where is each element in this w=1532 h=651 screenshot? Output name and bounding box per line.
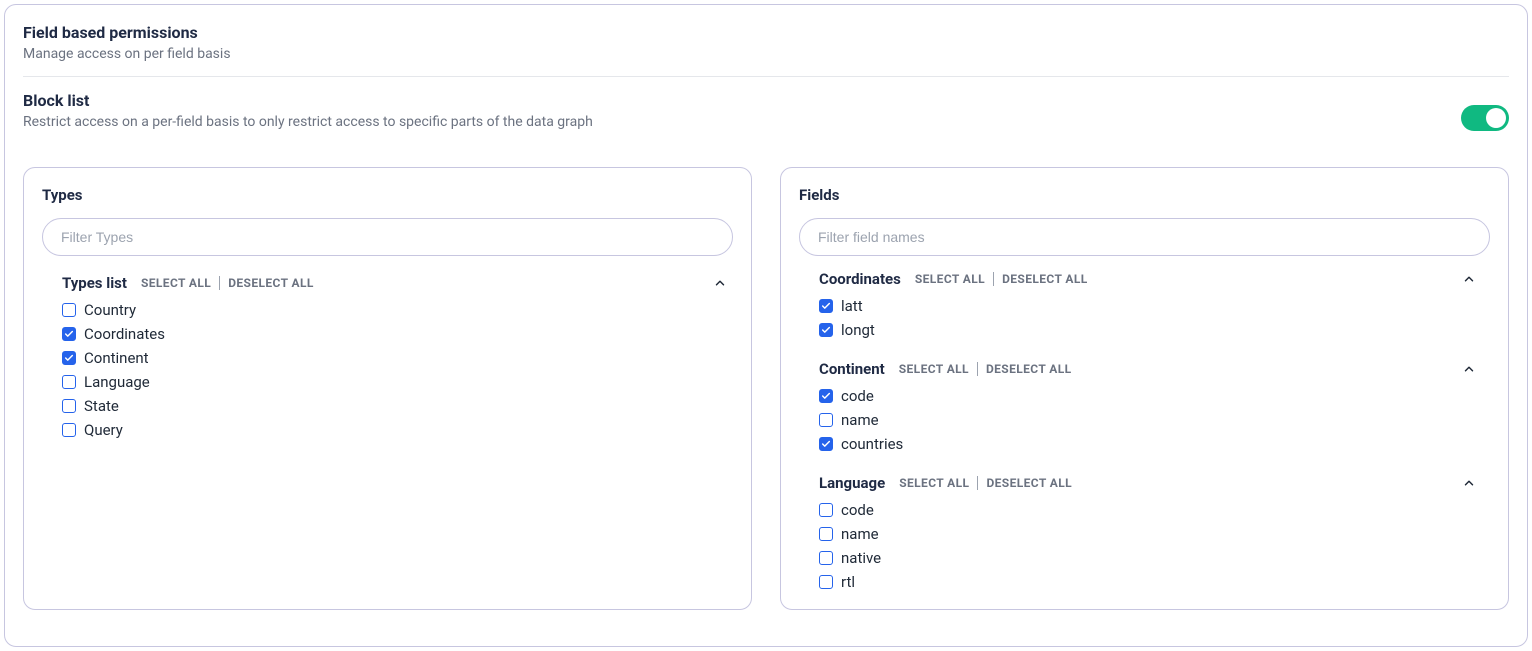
field-group-header: Coordinates SELECT ALL DESELECT ALL — [819, 270, 1482, 288]
group-deselect-all[interactable]: DESELECT ALL — [986, 476, 1072, 490]
type-item[interactable]: Query — [62, 418, 733, 442]
chevron-up-icon[interactable] — [1462, 476, 1476, 490]
type-item-label: Country — [84, 301, 136, 319]
checkbox[interactable] — [819, 413, 833, 427]
toggle-knob — [1486, 108, 1506, 128]
checkbox[interactable] — [819, 389, 833, 403]
checkbox[interactable] — [62, 375, 76, 389]
field-group-header: Continent SELECT ALL DESELECT ALL — [819, 360, 1482, 378]
checkbox[interactable] — [819, 551, 833, 565]
permissions-card: Field based permissions Manage access on… — [4, 4, 1528, 647]
blocklist-section: Block list Restrict access on a per-fiel… — [23, 91, 1509, 131]
action-separator — [219, 276, 220, 290]
field-item[interactable]: longt — [819, 318, 1482, 342]
field-item[interactable]: native — [819, 546, 1482, 570]
types-list-header: Types list SELECT ALL DESELECT ALL — [42, 274, 733, 292]
group-select-all[interactable]: SELECT ALL — [899, 362, 969, 376]
blocklist-title: Block list — [23, 91, 1461, 110]
panels-row: Types Types list SELECT ALL DESELECT ALL… — [23, 167, 1509, 610]
type-item-label: Continent — [84, 349, 149, 367]
field-item-label: code — [841, 387, 874, 405]
types-list-label: Types list — [62, 274, 127, 292]
field-item-label: latt — [841, 297, 863, 315]
types-select-all[interactable]: SELECT ALL — [141, 276, 211, 290]
field-group-header: Language SELECT ALL DESELECT ALL — [819, 474, 1482, 492]
field-item[interactable]: name — [819, 522, 1482, 546]
type-item-label: State — [84, 397, 119, 415]
types-list: Country Coordinates Continent Language State… — [42, 298, 733, 442]
divider — [23, 76, 1509, 77]
type-item[interactable]: Coordinates — [62, 322, 733, 346]
action-separator — [977, 362, 978, 376]
field-item-label: longt — [841, 321, 875, 339]
types-filter-input[interactable] — [42, 218, 733, 256]
field-group-name: Coordinates — [819, 270, 901, 288]
fields-panel: Fields Coordinates SELECT ALL DESELECT ALL… — [780, 167, 1509, 610]
types-deselect-all[interactable]: DESELECT ALL — [228, 276, 314, 290]
field-group-name: Language — [819, 474, 885, 492]
field-item[interactable]: code — [819, 384, 1482, 408]
fields-panel-title: Fields — [799, 186, 1490, 204]
checkbox[interactable] — [819, 575, 833, 589]
checkbox[interactable] — [62, 399, 76, 413]
type-item-label: Coordinates — [84, 325, 165, 343]
chevron-up-icon[interactable] — [713, 276, 727, 290]
group-select-all[interactable]: SELECT ALL — [915, 272, 985, 286]
page-subtitle: Manage access on per field basis — [23, 46, 1509, 62]
checkbox[interactable] — [819, 299, 833, 313]
blocklist-toggle[interactable] — [1461, 105, 1509, 131]
type-item-label: Query — [84, 421, 123, 439]
type-item[interactable]: Language — [62, 370, 733, 394]
action-separator — [977, 476, 978, 490]
group-select-all[interactable]: SELECT ALL — [899, 476, 969, 490]
field-item-label: rtl — [841, 573, 855, 591]
checkbox[interactable] — [819, 437, 833, 451]
field-item[interactable]: countries — [819, 432, 1482, 456]
field-item-label: name — [841, 411, 879, 429]
action-separator — [993, 272, 994, 286]
types-panel: Types Types list SELECT ALL DESELECT ALL… — [23, 167, 752, 610]
page-title: Field based permissions — [23, 23, 1509, 42]
field-item-label: code — [841, 501, 874, 519]
checkbox[interactable] — [62, 351, 76, 365]
checkbox[interactable] — [62, 327, 76, 341]
chevron-up-icon[interactable] — [1462, 272, 1476, 286]
group-deselect-all[interactable]: DESELECT ALL — [1002, 272, 1088, 286]
checkbox[interactable] — [62, 303, 76, 317]
field-item-label: countries — [841, 435, 903, 453]
field-item[interactable]: code — [819, 498, 1482, 522]
field-item[interactable]: rtl — [819, 570, 1482, 591]
type-item-label: Language — [84, 373, 150, 391]
group-deselect-all[interactable]: DESELECT ALL — [986, 362, 1072, 376]
type-item[interactable]: State — [62, 394, 733, 418]
field-item-label: name — [841, 525, 879, 543]
fields-filter-input[interactable] — [799, 218, 1490, 256]
field-item[interactable]: latt — [819, 294, 1482, 318]
field-item[interactable]: name — [819, 408, 1482, 432]
checkbox[interactable] — [62, 423, 76, 437]
checkbox[interactable] — [819, 527, 833, 541]
types-panel-title: Types — [42, 186, 733, 204]
blocklist-subtitle: Restrict access on a per-field basis to … — [23, 114, 1461, 130]
checkbox[interactable] — [819, 323, 833, 337]
fields-scroll-area[interactable]: Coordinates SELECT ALL DESELECT ALL latt lon… — [799, 256, 1490, 591]
type-item[interactable]: Country — [62, 298, 733, 322]
checkbox[interactable] — [819, 503, 833, 517]
chevron-up-icon[interactable] — [1462, 362, 1476, 376]
field-group-name: Continent — [819, 360, 885, 378]
header-section: Field based permissions Manage access on… — [23, 23, 1509, 62]
field-item-label: native — [841, 549, 881, 567]
type-item[interactable]: Continent — [62, 346, 733, 370]
